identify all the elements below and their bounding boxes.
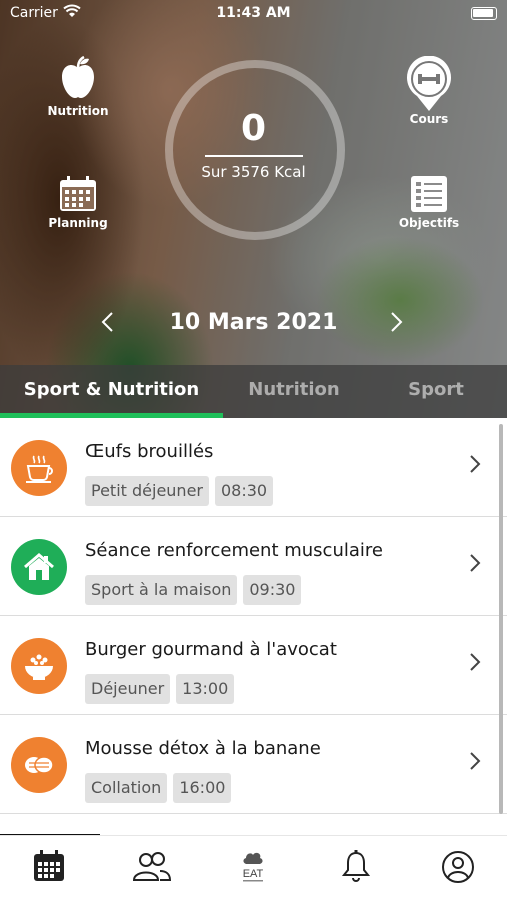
list-scrollbar[interactable] (499, 424, 503, 814)
calendar-icon (34, 850, 64, 881)
list-item[interactable]: Œufs brouillés Petit déjeuner 08:30 (0, 418, 507, 517)
tab-nutrition[interactable]: Nutrition (223, 365, 365, 418)
next-date-button[interactable] (390, 310, 404, 340)
item-title: Mousse détox à la banane (85, 738, 321, 759)
date-selector: 10 Mars 2021 (0, 306, 507, 346)
nutrition-button[interactable]: Nutrition (33, 56, 123, 118)
planning-button[interactable]: Planning (33, 176, 123, 230)
apple-icon (62, 56, 94, 98)
list-item[interactable]: Mousse détox à la banane Collation 16:00 (0, 715, 507, 814)
bottom-navigation: EAT (0, 835, 507, 900)
calorie-divider (205, 155, 303, 157)
nav-notifications-button[interactable] (326, 846, 386, 890)
bowl-icon (11, 638, 67, 694)
chevron-right-icon (391, 312, 403, 332)
hero-header: Carrier 11:43 AM 0 Sur 3576 Kcal Nutriti… (0, 0, 507, 418)
dumbbell-pin-icon (407, 56, 451, 111)
status-bar: Carrier 11:43 AM (0, 0, 507, 28)
tab-sport[interactable]: Sport (365, 365, 507, 418)
item-category-badge: Collation (85, 773, 168, 803)
checklist-icon (411, 176, 447, 212)
item-time-badge: 16:00 (173, 773, 232, 803)
activity-list: Œufs brouillés Petit déjeuner 08:30 Séanc… (0, 418, 507, 814)
item-title: Séance renforcement musculaire (85, 540, 383, 561)
planning-label: Planning (48, 216, 108, 230)
objectifs-button[interactable]: Objectifs (384, 176, 474, 230)
chevron-right-icon (470, 455, 481, 473)
cours-button[interactable]: Cours (384, 56, 474, 126)
item-category-badge: Petit déjeuner (85, 476, 209, 506)
status-time: 11:43 AM (216, 5, 291, 21)
nav-calendar-button[interactable] (19, 846, 79, 890)
cours-label: Cours (409, 112, 449, 126)
current-date: 10 Mars 2021 (169, 310, 338, 335)
calorie-ring (165, 60, 345, 240)
eat-logo-icon: EAT (243, 852, 264, 882)
bell-icon (341, 850, 371, 882)
item-title: Œufs brouillés (85, 441, 214, 462)
list-item[interactable]: Burger gourmand à l'avocat Déjeuner 13:00 (0, 616, 507, 715)
chevron-right-icon (470, 653, 481, 671)
tab-sport-nutrition[interactable]: Sport & Nutrition (0, 365, 223, 418)
item-time-badge: 08:30 (215, 476, 274, 506)
coffee-cup-icon (11, 440, 67, 496)
chevron-right-icon (470, 554, 481, 572)
nutrition-label: Nutrition (47, 104, 109, 118)
house-icon (11, 539, 67, 595)
calendar-icon (60, 176, 96, 211)
objectifs-label: Objectifs (398, 216, 460, 230)
item-time-badge: 13:00 (176, 674, 235, 704)
community-icon (132, 852, 172, 881)
chevron-right-icon (470, 752, 481, 770)
list-item[interactable]: Séance renforcement musculaire Sport à l… (0, 517, 507, 616)
filter-tabs: Sport & Nutrition Nutrition Sport (0, 365, 507, 418)
item-time-badge: 09:30 (243, 575, 302, 605)
profile-icon (442, 851, 474, 883)
nav-community-button[interactable] (122, 846, 182, 890)
nav-eat-button[interactable]: EAT (223, 846, 283, 890)
svg-text:EAT: EAT (243, 868, 264, 880)
item-category-badge: Sport à la maison (85, 575, 238, 605)
item-title: Burger gourmand à l'avocat (85, 639, 337, 660)
battery-icon (471, 7, 497, 20)
cookies-icon (11, 737, 67, 793)
nav-profile-button[interactable] (428, 846, 488, 890)
item-category-badge: Déjeuner (85, 674, 171, 704)
